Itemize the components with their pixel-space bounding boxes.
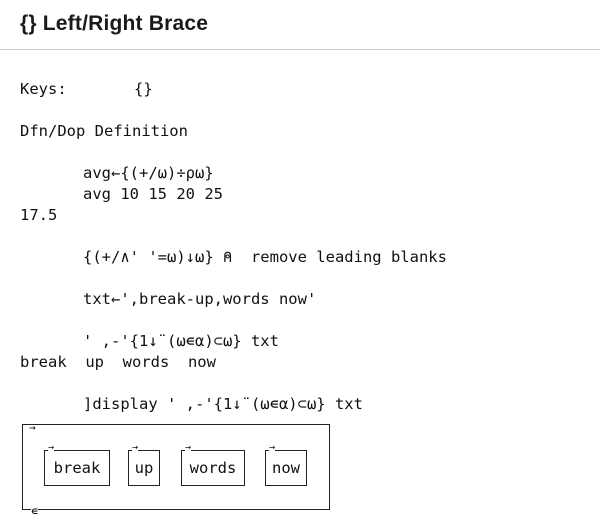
code-line-avg-def: avg←{(+/⍵)÷⍴⍵} [83,164,214,182]
code-output-avg: 17.5 [20,206,58,224]
display-cell-text: up [134,459,154,477]
keys-value: {} [134,80,153,98]
arrow-icon: → [29,421,36,434]
epsilon-icon: ∊ [31,504,39,518]
keys-label: Keys: [20,80,67,98]
display-cell-text: now [272,459,300,477]
arrow-icon: → [269,442,276,453]
display-cell: → words [181,443,245,486]
display-cell: → now [265,443,307,486]
arrow-icon: → [185,442,192,453]
display-cell-text: break [53,459,101,477]
arrow-icon: → [132,442,139,453]
display-cell: → break [44,443,110,486]
display-cell-text: words [189,459,237,477]
code-line-display: ]display ' ,-'{1↓¨(⍵∊⍺)⊂⍵} txt [83,395,363,413]
arrow-icon: → [48,442,55,453]
page-title: {} Left/Right Brace [20,12,209,35]
code-line-avg-call: avg 10 15 20 25 [83,185,223,203]
page-header: {} Left/Right Brace [0,0,600,50]
section-heading: Dfn/Dop Definition [20,122,188,140]
code-line-split: ' ,-'{1↓¨(⍵∊⍺)⊂⍵} txt [83,332,279,350]
code-output-split: break up words now [20,353,216,371]
code-line-txt-assign: txt←',break-up,words now' [83,290,317,308]
code-line-remove-blanks: {(+/∧' '=⍵)↓⍵} ⍝ remove leading blanks [83,248,447,266]
display-box: → ∊ → break → up → words → now [20,420,340,518]
display-cell: → up [128,443,160,486]
